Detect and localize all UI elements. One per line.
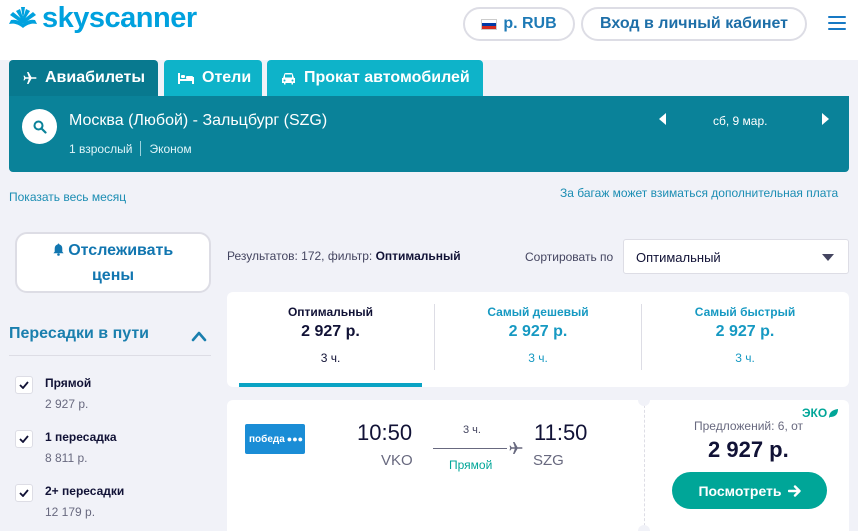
stops-filter-title[interactable]: Пересадки в пути: [9, 325, 149, 343]
tab-flights-label: Авиабилеты: [45, 69, 145, 86]
card-notch: [638, 525, 650, 531]
tab-hotels[interactable]: Отели: [164, 60, 262, 96]
airline-name: победа: [249, 433, 285, 445]
leaf-icon: [829, 408, 839, 418]
sunrise-logo-icon: [9, 6, 37, 28]
car-icon: [281, 72, 296, 85]
airline-logo: победа ●●●: [245, 424, 305, 454]
departure-airport: VKO: [381, 452, 413, 469]
arrival-time: 11:50: [534, 420, 588, 445]
sort-tab-price: 2 927 р.: [508, 323, 568, 340]
date-text[interactable]: сб, 9 мар.: [713, 114, 767, 128]
flight-path-line: [433, 448, 507, 449]
russia-flag-icon: [481, 18, 498, 30]
arrow-right-icon: [787, 484, 801, 497]
sort-value: Оптимальный: [636, 250, 721, 265]
tab-flights[interactable]: Авиабилеты: [9, 60, 158, 96]
sort-tab-best[interactable]: Оптимальный 2 927 р. 3 ч.: [227, 292, 434, 387]
chevron-up-icon[interactable]: [191, 329, 207, 343]
brand-name: skyscanner: [42, 2, 197, 34]
view-deal-button[interactable]: Посмотреть: [672, 472, 827, 509]
sort-label: Сортировать по: [525, 250, 614, 264]
bell-icon: [53, 243, 64, 256]
stop-label: Прямой: [45, 376, 92, 390]
tab-car-hire-label: Прокат автомобилей: [304, 69, 470, 86]
card-notch: [638, 394, 650, 406]
sidebar-divider: [9, 355, 211, 356]
checkmark-icon: [19, 489, 29, 497]
previous-date-icon[interactable]: [659, 113, 666, 125]
checkbox[interactable]: [15, 376, 33, 394]
sort-tab-duration: 3 ч.: [735, 351, 755, 365]
arrival-airport: SZG: [533, 452, 564, 469]
stop-label: 2+ пересадки: [45, 484, 125, 498]
plane-icon: [23, 71, 37, 85]
skyscanner-logo[interactable]: skyscanner: [8, 2, 197, 35]
checkmark-icon: [19, 381, 29, 389]
active-tab-underline: [239, 383, 422, 387]
next-date-icon[interactable]: [822, 113, 829, 125]
login-button[interactable]: Вход в личный кабинет: [581, 7, 807, 41]
sort-tab-duration: 3 ч.: [528, 351, 548, 365]
meta-divider: [140, 141, 142, 156]
sort-tab-fastest[interactable]: Самый быстрый 2 927 р. 3 ч.: [641, 304, 848, 370]
search-button[interactable]: [22, 109, 57, 144]
flight-duration: 3 ч.: [463, 424, 481, 436]
plane-icon: [509, 442, 523, 454]
checkmark-icon: [19, 435, 29, 443]
menu-icon[interactable]: [828, 16, 846, 30]
search-summary-bar[interactable]: Москва (Любой) - Зальцбург (SZG) 1 взрос…: [9, 96, 849, 172]
bed-icon: [178, 72, 194, 84]
track-prices-button[interactable]: Отслеживать цены: [15, 232, 211, 293]
baggage-fee-link[interactable]: За багаж может взиматься дополнительная …: [560, 186, 838, 200]
search-icon: [33, 120, 47, 134]
results-count: Результатов: 172, фильтр:: [227, 249, 376, 263]
card-divider: [644, 400, 645, 531]
sort-tab-duration: 3 ч.: [320, 351, 341, 365]
currency-label: р. RUB: [503, 15, 557, 32]
flight-price: 2 927 р.: [708, 437, 789, 462]
eco-label: ЭКО: [802, 406, 828, 420]
sort-tab-price: 2 927 р.: [301, 323, 360, 340]
stop-price: 8 811 р.: [45, 451, 88, 465]
stops-text: Прямой: [449, 458, 493, 472]
results-summary: Результатов: 172, фильтр: Оптимальный: [227, 249, 461, 263]
currency-selector[interactable]: р. RUB: [463, 7, 575, 41]
view-deal-label: Посмотреть: [698, 482, 782, 499]
sort-tab-price: 2 927 р.: [715, 323, 775, 340]
tab-car-hire[interactable]: Прокат автомобилей: [267, 60, 483, 96]
sort-tab-title: Оптимальный: [287, 305, 374, 319]
stop-price: 12 179 р.: [45, 505, 96, 519]
tab-hotels-label: Отели: [202, 69, 252, 86]
sort-select[interactable]: Оптимальный: [623, 239, 849, 274]
login-label: Вход в личный кабинет: [600, 15, 788, 32]
passengers-text: 1 взрослый: [69, 141, 133, 156]
cabin-text: Эконом: [149, 141, 192, 156]
track-prices-line2: цены: [91, 267, 135, 284]
checkbox[interactable]: [15, 484, 33, 502]
sort-tab-title: Самый дешевый: [487, 305, 589, 319]
show-whole-month-link[interactable]: Показать весь месяц: [9, 190, 126, 204]
route-text[interactable]: Москва (Любой) - Зальцбург (SZG): [69, 112, 327, 130]
top-header: skyscanner р. RUB Вход в личный кабинет: [0, 0, 858, 60]
track-prices-line1: Отслеживать: [68, 242, 174, 259]
checkbox[interactable]: [15, 430, 33, 448]
offers-count: Предложений: 6, от: [694, 419, 804, 433]
stop-label: 1 пересадка: [45, 430, 117, 444]
stop-price: 2 927 р.: [45, 397, 89, 411]
chevron-down-icon: [822, 254, 834, 261]
eco-badge: ЭКО: [802, 406, 839, 420]
flight-result-card[interactable]: победа ●●● 10:50 VKO 3 ч. Прямой 11:50 SZ…: [227, 394, 849, 531]
sort-tab-title: Самый быстрый: [694, 305, 796, 319]
results-filter: Оптимальный: [375, 249, 461, 263]
search-meta: 1 взрослый Эконом: [69, 141, 192, 156]
sort-tabs: Оптимальный 2 927 р. 3 ч. Самый дешевый …: [227, 292, 849, 387]
departure-time: 10:50: [357, 420, 413, 445]
sort-tab-cheapest[interactable]: Самый дешевый 2 927 р. 3 ч.: [434, 304, 641, 370]
